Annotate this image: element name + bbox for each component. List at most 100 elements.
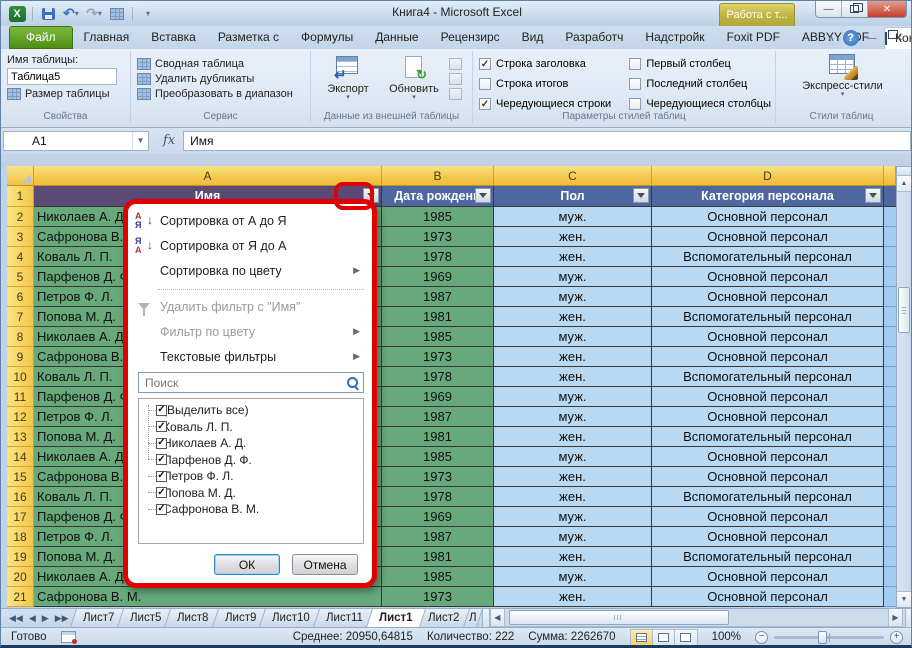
cell-birthyear[interactable]: 1987 — [382, 287, 494, 307]
scroll-up-icon[interactable]: ▲ — [897, 176, 911, 192]
name-box[interactable]: A1 ▼ — [3, 131, 149, 151]
row-header-13[interactable]: 13 — [7, 427, 34, 447]
select-all-corner[interactable] — [7, 166, 34, 186]
style-option-col1-0[interactable]: ✓Строка заголовка — [479, 54, 619, 74]
hscroll-right-icon[interactable]: ▶ — [888, 609, 903, 627]
cell-sex[interactable]: жен. — [494, 427, 652, 447]
ribbon-tab-7[interactable]: Вид — [511, 26, 555, 49]
horizontal-scrollbar[interactable] — [505, 609, 888, 627]
ribbon-tab-9[interactable]: Надстройк — [634, 26, 715, 49]
workbook-minimize-icon[interactable]: — — [867, 33, 877, 44]
filter-search-box[interactable] — [138, 372, 364, 393]
cell-category[interactable]: Вспомогательный персонал — [652, 487, 884, 507]
row-header-3[interactable]: 3 — [7, 227, 34, 247]
convert-to-range-button[interactable]: Преобразовать в диапазон — [137, 88, 306, 100]
cell-empty[interactable] — [884, 467, 896, 487]
normal-view-button[interactable] — [631, 630, 653, 645]
row-header-19[interactable]: 19 — [7, 547, 34, 567]
cell-sex[interactable]: жен. — [494, 467, 652, 487]
cell-sex[interactable]: муж. — [494, 287, 652, 307]
cell-empty[interactable] — [884, 227, 896, 247]
workbook-restore-icon[interactable] — [885, 33, 887, 44]
cell-empty[interactable] — [884, 547, 896, 567]
cell-sex[interactable]: жен. — [494, 487, 652, 507]
cell-empty[interactable] — [884, 247, 896, 267]
cell-empty[interactable] — [884, 387, 896, 407]
style-option-col1-1[interactable]: Строка итогов — [479, 74, 619, 94]
export-button[interactable]: ↵ Экспорт ▾ — [317, 54, 379, 103]
column-header-partial[interactable] — [884, 166, 896, 186]
cell-sex[interactable]: муж. — [494, 207, 652, 227]
cell-category[interactable]: Вспомогательный персонал — [652, 307, 884, 327]
maximize-button[interactable] — [842, 1, 868, 17]
checkbox-icon[interactable]: ✓ — [156, 405, 167, 416]
refresh-button[interactable]: ↻ Обновить ▾ — [383, 54, 445, 103]
window-splitter[interactable] — [905, 609, 912, 627]
ribbon-tab-0[interactable]: Файл — [9, 26, 73, 49]
cell-birthyear[interactable]: 1987 — [382, 527, 494, 547]
column-header-A[interactable]: A — [34, 166, 382, 186]
cell-birthyear[interactable]: 1985 — [382, 447, 494, 467]
ribbon-tab-6[interactable]: Рецензирс — [430, 26, 511, 49]
cell-category[interactable]: Основной персонал — [652, 267, 884, 287]
filter-search-input[interactable] — [143, 375, 346, 391]
cell-sex[interactable]: муж. — [494, 567, 652, 587]
zoom-out-icon[interactable]: − — [755, 631, 768, 644]
sheet-tab-Лист1[interactable]: Лист1 — [366, 609, 425, 627]
table-column-header[interactable]: Категория персонала — [652, 186, 884, 207]
cell-birthyear[interactable]: 1981 — [382, 307, 494, 327]
cell-empty[interactable] — [884, 407, 896, 427]
hscroll-thumb[interactable] — [509, 610, 729, 625]
cell-empty[interactable] — [884, 287, 896, 307]
zoom-slider-thumb[interactable] — [818, 631, 827, 644]
cell-sex[interactable]: жен. — [494, 587, 652, 607]
cell-empty[interactable] — [884, 447, 896, 467]
filter-dropdown-icon[interactable] — [633, 188, 649, 203]
cell-sex[interactable]: муж. — [494, 447, 652, 467]
cell-sex[interactable]: жен. — [494, 307, 652, 327]
cell-category[interactable]: Основной персонал — [652, 527, 884, 547]
vertical-scrollbar[interactable]: ▲ ▼ — [896, 166, 912, 608]
row-header-10[interactable]: 10 — [7, 367, 34, 387]
cell-category[interactable]: Основной персонал — [652, 467, 884, 487]
row-header-14[interactable]: 14 — [7, 447, 34, 467]
cell-birthyear[interactable]: 1973 — [382, 467, 494, 487]
cell-category[interactable]: Вспомогательный персонал — [652, 427, 884, 447]
cell-birthyear[interactable]: 1985 — [382, 207, 494, 227]
cell-birthyear[interactable]: 1985 — [382, 567, 494, 587]
cell-sex[interactable]: муж. — [494, 507, 652, 527]
cell-birthyear[interactable]: 1973 — [382, 587, 494, 607]
split-box[interactable] — [897, 167, 911, 176]
row-header-18[interactable]: 18 — [7, 527, 34, 547]
checkbox-icon[interactable]: ✓ — [156, 421, 167, 432]
style-option-col2-0[interactable]: Первый столбец — [629, 54, 771, 74]
cell-empty[interactable] — [884, 527, 896, 547]
checkbox-icon[interactable]: ✓ — [156, 454, 167, 465]
cell-sex[interactable]: муж. — [494, 267, 652, 287]
cell-birthyear[interactable]: 1981 — [382, 427, 494, 447]
pivot-table-button[interactable]: Сводная таблица — [137, 58, 306, 70]
cell-category[interactable]: Основной персонал — [652, 227, 884, 247]
cell-birthyear[interactable]: 1985 — [382, 327, 494, 347]
cell-sex[interactable]: жен. — [494, 227, 652, 247]
ribbon-tab-1[interactable]: Главная — [73, 26, 141, 49]
column-header-B[interactable]: B — [382, 166, 494, 186]
filter-value-item-2[interactable]: ✓Николаев А. Д. — [145, 435, 363, 452]
ribbon-tab-3[interactable]: Разметка с — [207, 26, 290, 49]
cell-birthyear[interactable]: 1978 — [382, 487, 494, 507]
cell-birthyear[interactable]: 1987 — [382, 407, 494, 427]
cell-category[interactable]: Основной персонал — [652, 447, 884, 467]
cell-empty[interactable] — [884, 427, 896, 447]
column-header-C[interactable]: C — [494, 166, 652, 186]
cell-empty[interactable] — [884, 267, 896, 287]
filter-value-item-6[interactable]: ✓Сафронова В. М. — [145, 501, 363, 518]
page-layout-view-button[interactable] — [653, 630, 675, 645]
ribbon-tab-5[interactable]: Данные — [364, 26, 429, 49]
cell-sex[interactable]: муж. — [494, 387, 652, 407]
remove-duplicates-button[interactable]: Удалить дубликаты — [137, 73, 306, 85]
cell-birthyear[interactable]: 1973 — [382, 347, 494, 367]
formula-input[interactable]: Имя — [183, 131, 911, 151]
collapse-ribbon-icon[interactable]: ∧ — [827, 33, 834, 44]
cell-category[interactable]: Основной персонал — [652, 387, 884, 407]
menu-item-2[interactable]: Сортировка по цвету▶ — [132, 258, 366, 283]
